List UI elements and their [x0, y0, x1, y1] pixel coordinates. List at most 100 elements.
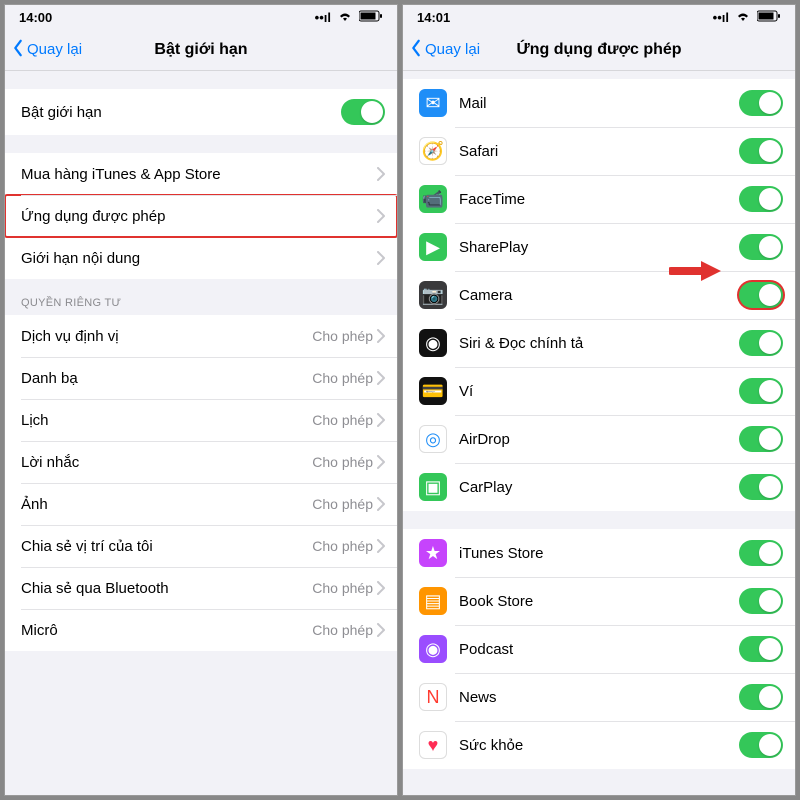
mail-icon: ✉ — [419, 89, 447, 117]
row-detail: Cho phép — [312, 370, 373, 386]
status-time: 14:00 — [19, 10, 52, 25]
row-privacy[interactable]: ẢnhCho phép — [5, 483, 397, 525]
camera-icon: 📷 — [419, 281, 447, 309]
row-app[interactable]: 💳Ví — [403, 367, 795, 415]
signal-icon: ••ıl — [713, 10, 729, 25]
row-privacy[interactable]: Danh bạCho phép — [5, 357, 397, 399]
chevron-right-icon — [377, 371, 385, 385]
chevron-left-icon — [409, 39, 423, 61]
safari-icon: 🧭 — [419, 137, 447, 165]
toggle-app[interactable] — [739, 426, 783, 452]
row-label: Bật giới hạn — [21, 104, 341, 121]
row-label: Ảnh — [21, 496, 312, 513]
group-enable: Bật giới hạn — [5, 89, 397, 135]
row-nav[interactable]: Ứng dụng được phép — [5, 195, 397, 237]
row-detail: Cho phép — [312, 412, 373, 428]
toggle-app[interactable] — [739, 282, 783, 308]
row-label: Siri & Đọc chính tả — [459, 335, 739, 352]
row-label: Mua hàng iTunes & App Store — [21, 166, 377, 183]
chevron-right-icon — [377, 623, 385, 637]
row-label: SharePlay — [459, 239, 739, 256]
row-app[interactable]: ◉Podcast — [403, 625, 795, 673]
row-label: AirDrop — [459, 431, 739, 448]
books-icon: ▤ — [419, 587, 447, 615]
row-label: CarPlay — [459, 479, 739, 496]
toggle-app[interactable] — [739, 330, 783, 356]
toggle-app[interactable] — [739, 186, 783, 212]
toggle-app[interactable] — [739, 588, 783, 614]
row-label: Giới hạn nội dung — [21, 250, 377, 267]
row-label: Chia sẻ vị trí của tôi — [21, 538, 312, 555]
wifi-icon — [337, 10, 353, 25]
row-label: iTunes Store — [459, 545, 739, 562]
row-label: Book Store — [459, 593, 739, 610]
chevron-right-icon — [377, 497, 385, 511]
row-nav[interactable]: Giới hạn nội dung — [5, 237, 397, 279]
facetime-icon: 📹 — [419, 185, 447, 213]
chevron-left-icon — [11, 39, 25, 61]
row-app[interactable]: ✉Mail — [403, 79, 795, 127]
siri-icon: ◉ — [419, 329, 447, 357]
back-label: Quay lại — [27, 41, 82, 58]
nav-bar: Quay lại Bật giới hạn — [5, 29, 397, 71]
row-detail: Cho phép — [312, 580, 373, 596]
row-label: Lời nhắc — [21, 454, 312, 471]
group-sections: Mua hàng iTunes & App Store Ứng dụng được… — [5, 153, 397, 279]
row-app[interactable]: ◎AirDrop — [403, 415, 795, 463]
back-label: Quay lại — [425, 41, 480, 58]
row-label: FaceTime — [459, 191, 739, 208]
toggle-enable[interactable] — [341, 99, 385, 125]
wifi-icon — [735, 10, 751, 25]
battery-icon — [757, 10, 781, 25]
toggle-app[interactable] — [739, 234, 783, 260]
toggle-app[interactable] — [739, 474, 783, 500]
row-detail: Cho phép — [312, 538, 373, 554]
row-nav[interactable]: Mua hàng iTunes & App Store — [5, 153, 397, 195]
row-privacy[interactable]: Chia sẻ qua BluetoothCho phép — [5, 567, 397, 609]
chevron-right-icon — [377, 209, 385, 223]
row-label: Camera — [459, 287, 739, 304]
row-detail: Cho phép — [312, 496, 373, 512]
toggle-app[interactable] — [739, 636, 783, 662]
row-label: Danh bạ — [21, 370, 312, 387]
toggle-app[interactable] — [739, 732, 783, 758]
group-apps-1: ✉Mail 🧭 Safari 📹 FaceTime ▶SharePlay 📷 Camera ◉ S… — [403, 79, 795, 511]
content: Bật giới hạn Mua hàng iTunes & App Store… — [5, 71, 397, 795]
chevron-right-icon — [377, 581, 385, 595]
row-privacy[interactable]: Chia sẻ vị trí của tôiCho phép — [5, 525, 397, 567]
toggle-app[interactable] — [739, 138, 783, 164]
row-detail: Cho phép — [312, 454, 373, 470]
row-enable-restrictions[interactable]: Bật giới hạn — [5, 89, 397, 135]
row-app[interactable]: ★iTunes Store — [403, 529, 795, 577]
row-app[interactable]: 📷 Camera — [403, 271, 795, 319]
row-app[interactable]: ▣ CarPlay — [403, 463, 795, 511]
wallet-icon: 💳 — [419, 377, 447, 405]
back-button[interactable]: Quay lại — [11, 39, 82, 61]
row-app[interactable]: ▶SharePlay — [403, 223, 795, 271]
status-indicators: ••ıl — [713, 10, 781, 25]
toggle-app[interactable] — [739, 90, 783, 116]
toggle-app[interactable] — [739, 540, 783, 566]
row-app[interactable]: ◉ Siri & Đọc chính tả — [403, 319, 795, 367]
back-button[interactable]: Quay lại — [409, 39, 480, 61]
row-privacy[interactable]: Dịch vụ định vịCho phép — [5, 315, 397, 357]
status-time: 14:01 — [417, 10, 450, 25]
row-app[interactable]: ▤ Book Store — [403, 577, 795, 625]
nav-bar: Quay lại Ứng dụng được phép — [403, 29, 795, 71]
row-label: News — [459, 689, 739, 706]
toggle-app[interactable] — [739, 684, 783, 710]
carplay-icon: ▣ — [419, 473, 447, 501]
row-app[interactable]: NNews — [403, 673, 795, 721]
row-app[interactable]: ♥Sức khỏe — [403, 721, 795, 769]
row-app[interactable]: 🧭 Safari — [403, 127, 795, 175]
health-icon: ♥ — [419, 731, 447, 759]
toggle-app[interactable] — [739, 378, 783, 404]
row-label: Micrô — [21, 622, 312, 639]
row-label: Safari — [459, 143, 739, 160]
row-label: Chia sẻ qua Bluetooth — [21, 580, 312, 597]
row-privacy[interactable]: MicrôCho phép — [5, 609, 397, 651]
row-privacy[interactable]: LịchCho phép — [5, 399, 397, 441]
status-bar: 14:00 ••ıl — [5, 5, 397, 29]
row-app[interactable]: 📹 FaceTime — [403, 175, 795, 223]
row-privacy[interactable]: Lời nhắcCho phép — [5, 441, 397, 483]
